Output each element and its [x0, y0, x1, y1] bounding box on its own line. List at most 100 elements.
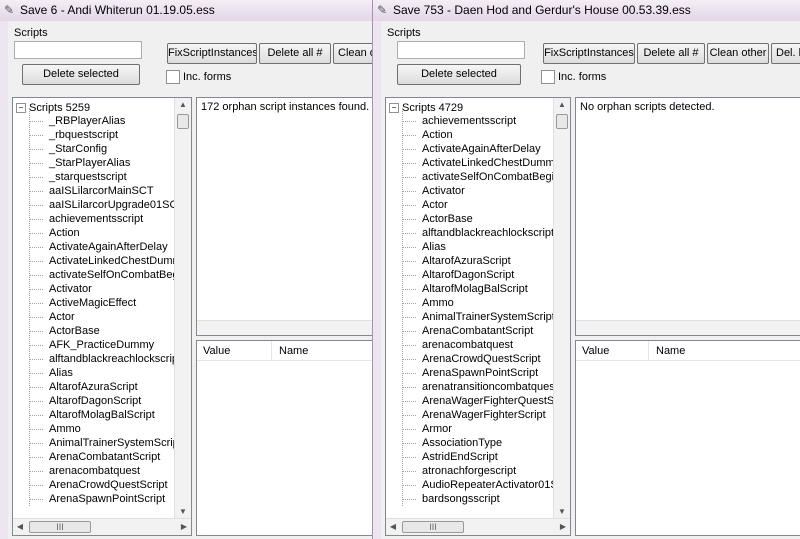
del-br-button[interactable]: Del. br [771, 43, 800, 64]
tree-item[interactable]: AFK_PracticeDummy [29, 338, 191, 352]
tree-item[interactable]: AltarofMolagBalScript [402, 282, 570, 296]
tree-item[interactable]: alftandblackreachlockscript [29, 352, 191, 366]
tree-item[interactable]: Ammo [402, 296, 570, 310]
tree-item[interactable]: AltarofDagonScript [29, 394, 191, 408]
horizontal-scrollbar[interactable] [576, 320, 800, 335]
details-grid[interactable]: Value Name [196, 340, 372, 536]
collapse-icon[interactable]: − [16, 103, 26, 114]
arrow-up-icon[interactable]: ▲ [175, 98, 191, 112]
arrow-down-icon[interactable]: ▼ [175, 505, 191, 519]
column-name[interactable]: Name [279, 345, 308, 357]
tree-item[interactable]: Actor [402, 198, 570, 212]
tree-item[interactable]: _starquestscript [29, 170, 191, 184]
details-grid[interactable]: Value Name [575, 340, 800, 536]
search-input[interactable] [397, 41, 525, 59]
delete-selected-button[interactable]: Delete selected [397, 64, 521, 85]
arrow-left-icon[interactable]: ◀ [386, 519, 400, 535]
clean-other-button[interactable]: Clean other [707, 43, 769, 64]
tree-item[interactable]: _StarConfig [29, 142, 191, 156]
tree-item[interactable]: activateSelfOnCombatBegin [402, 170, 570, 184]
arrow-down-icon[interactable]: ▼ [554, 505, 570, 519]
tree-item[interactable]: ActorBase [29, 324, 191, 338]
tree-item[interactable]: ActivateLinkedChestDummySc [402, 156, 570, 170]
tree-item[interactable]: Alias [29, 366, 191, 380]
tree-item[interactable]: AltarofMolagBalScript [29, 408, 191, 422]
title-bar[interactable]: ✎ Save 753 - Daen Hod and Gerdur's House… [373, 0, 800, 21]
tree-item[interactable]: ArenaSpawnPointScript [29, 492, 191, 506]
tree-item[interactable]: ActivateLinkedChestDummySc [29, 254, 191, 268]
tree-item[interactable]: bardsongsscript [402, 492, 570, 506]
tree-item[interactable]: ArenaCrowdQuestScript [402, 352, 570, 366]
tree-item[interactable]: arenatransitioncombatquest [402, 380, 570, 394]
arrow-left-icon[interactable]: ◀ [13, 519, 27, 535]
tree-item[interactable]: Ammo [29, 422, 191, 436]
tree-item[interactable]: ActorBase [402, 212, 570, 226]
tree-item[interactable]: atronachforgescript [402, 464, 570, 478]
tree-item[interactable]: ActiveMagicEffect [29, 296, 191, 310]
column-value[interactable]: Value [582, 345, 609, 357]
tree-item[interactable]: Activator [402, 184, 570, 198]
tree-item[interactable]: aaISLilarcorMainSCT [29, 184, 191, 198]
column-value[interactable]: Value [203, 345, 230, 357]
horizontal-scrollbar[interactable]: ◀ III ▶ [386, 518, 570, 535]
tree-item[interactable]: _RBPlayerAlias [29, 114, 191, 128]
clean-other-button[interactable]: Clean o [333, 43, 372, 64]
tree-item[interactable]: activateSelfOnCombatBegin [29, 268, 191, 282]
title-bar[interactable]: ✎ Save 6 - Andi Whiterun 01.19.05.ess [0, 0, 372, 21]
tree-item[interactable]: Armor [402, 422, 570, 436]
tree-item[interactable]: AltarofAzuraScript [29, 380, 191, 394]
tree-item[interactable]: ArenaCombatantScript [29, 450, 191, 464]
delete-all-button[interactable]: Delete all # [259, 43, 331, 64]
scroll-thumb[interactable]: III [402, 521, 464, 533]
tree-item[interactable]: ArenaWagerFighterQuestScript [402, 394, 570, 408]
scroll-thumb[interactable] [177, 114, 189, 129]
script-tree[interactable]: − Scripts 5259 _RBPlayerAlias _rbquestscri… [12, 97, 192, 536]
delete-all-button[interactable]: Delete all # [637, 43, 705, 64]
tree-item[interactable]: Actor [29, 310, 191, 324]
tree-item[interactable]: Action [402, 128, 570, 142]
tree-item[interactable]: ArenaCombatantScript [402, 324, 570, 338]
vertical-scrollbar[interactable]: ▲ ▼ [553, 98, 570, 519]
tree-item[interactable]: AnimalTrainerSystemScript [29, 436, 191, 450]
horizontal-scrollbar[interactable] [197, 320, 372, 335]
tree-item[interactable]: arenacombatquest [29, 464, 191, 478]
arrow-up-icon[interactable]: ▲ [554, 98, 570, 112]
tree-root[interactable]: − Scripts 5259 [16, 102, 90, 114]
fix-script-instances-button[interactable]: FixScriptInstances [543, 43, 635, 64]
tree-item[interactable]: AltarofDagonScript [402, 268, 570, 282]
tree-item[interactable]: AltarofAzuraScript [402, 254, 570, 268]
tree-item[interactable]: AudioRepeaterActivator01Scrip [402, 478, 570, 492]
scroll-thumb[interactable]: III [29, 521, 91, 533]
arrow-right-icon[interactable]: ▶ [177, 519, 191, 535]
tree-item[interactable]: _rbquestscript [29, 128, 191, 142]
horizontal-scrollbar[interactable]: ◀ III ▶ [13, 518, 191, 535]
inc-forms-checkbox[interactable] [166, 70, 180, 84]
tree-item[interactable]: aaISLilarcorUpgrade01SCT [29, 198, 191, 212]
tree-item[interactable]: Alias [402, 240, 570, 254]
tree-item[interactable]: Action [29, 226, 191, 240]
tree-item[interactable]: ActivateAgainAfterDelay [29, 240, 191, 254]
script-tree[interactable]: − Scripts 4729 achievementsscript Action Ac… [385, 97, 571, 536]
vertical-scrollbar[interactable]: ▲ ▼ [174, 98, 191, 519]
tree-item[interactable]: ArenaCrowdQuestScript [29, 478, 191, 492]
tree-item[interactable]: achievementsscript [29, 212, 191, 226]
tree-item[interactable]: _StarPlayerAlias [29, 156, 191, 170]
delete-selected-button[interactable]: Delete selected [22, 64, 140, 85]
collapse-icon[interactable]: − [389, 103, 399, 114]
column-name[interactable]: Name [656, 345, 685, 357]
scroll-thumb[interactable] [556, 114, 568, 129]
tree-item[interactable]: achievementsscript [402, 114, 570, 128]
tree-item[interactable]: ArenaWagerFighterScript [402, 408, 570, 422]
arrow-right-icon[interactable]: ▶ [556, 519, 570, 535]
fix-script-instances-button[interactable]: FixScriptInstances [167, 43, 257, 64]
tree-item[interactable]: alftandblackreachlockscript [402, 226, 570, 240]
tree-item[interactable]: AnimalTrainerSystemScript [402, 310, 570, 324]
tree-root[interactable]: − Scripts 4729 [389, 102, 463, 114]
search-input[interactable] [14, 41, 142, 59]
tree-item[interactable]: ActivateAgainAfterDelay [402, 142, 570, 156]
tree-item[interactable]: AssociationType [402, 436, 570, 450]
tree-item[interactable]: AstridEndScript [402, 450, 570, 464]
tree-item[interactable]: arenacombatquest [402, 338, 570, 352]
tree-item[interactable]: Activator [29, 282, 191, 296]
inc-forms-checkbox[interactable] [541, 70, 555, 84]
